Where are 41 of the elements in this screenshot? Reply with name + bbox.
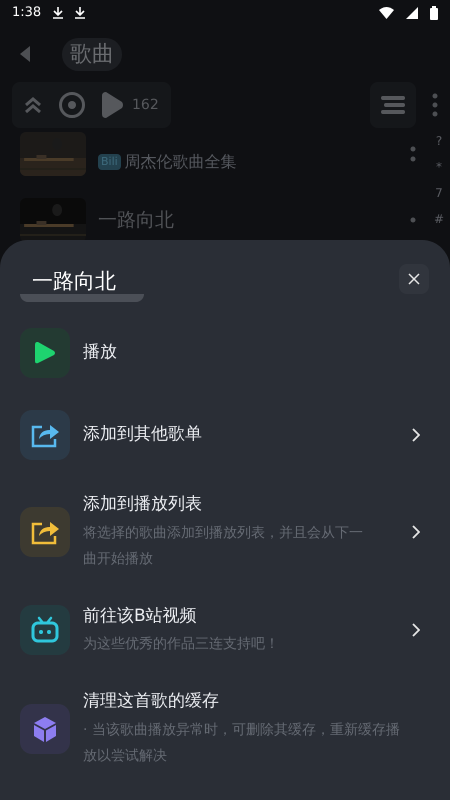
play-icon — [34, 340, 56, 366]
download-icon — [53, 7, 64, 19]
item-title: 添加到其他歌单 — [83, 423, 203, 446]
signal-icon — [406, 7, 418, 19]
chevron-right-icon — [412, 428, 420, 442]
more-icon[interactable] — [410, 146, 416, 162]
menu-icon — [381, 95, 405, 115]
sort-button[interactable] — [370, 82, 416, 128]
more-icon[interactable] — [410, 217, 416, 223]
chevron-right-icon — [412, 524, 420, 539]
back-icon[interactable] — [20, 46, 30, 62]
item-title: 清理这首歌的缓存 — [83, 690, 220, 713]
play-icon[interactable] — [102, 91, 124, 119]
item-title: 前往该B站视频 — [83, 604, 198, 628]
item-description: 为这些优秀的作品三连支持吧！ — [83, 635, 280, 654]
tv-icon — [30, 616, 60, 644]
menu-item[interactable]: 清理这首歌的缓存 · 当该歌曲播放异常时，可删除其缓存，重新缓存播放以尝试解决 — [20, 689, 430, 768]
battery-icon — [430, 6, 438, 20]
menu-item[interactable]: 添加到播放列表 将选择的歌曲添加到播放列表，并且会从下一曲开始播放 — [20, 492, 430, 572]
menu-item[interactable]: 添加到其他歌单 — [20, 410, 430, 460]
download-icon — [75, 7, 86, 19]
sheet-title: 一路向北 — [31, 268, 117, 294]
item-title: 添加到播放列表 — [83, 493, 203, 516]
double-chevron-icon[interactable] — [24, 96, 42, 114]
item-description: · 当该歌曲播放异常时，可删除其缓存，重新缓存播放以尝试解决 — [83, 720, 401, 766]
song-subtitle: 周杰伦歌曲全集 — [124, 151, 237, 173]
more-icon[interactable] — [432, 93, 438, 117]
record-icon[interactable] — [58, 91, 86, 119]
close-button[interactable] — [399, 264, 429, 294]
menu-item[interactable]: 播放 — [20, 328, 430, 378]
song-count: 162 — [132, 96, 159, 114]
menu-item[interactable]: 前往该B站视频 为这些优秀的作品三连支持吧！ — [20, 604, 430, 657]
cube-icon — [31, 714, 59, 743]
song-title: 一路向北 — [98, 208, 175, 233]
page-title: 歌曲 — [62, 38, 122, 70]
wifi-icon — [379, 7, 394, 19]
close-icon — [408, 273, 420, 285]
item-title: 播放 — [83, 341, 118, 364]
chevron-right-icon — [412, 623, 420, 638]
status-time: 1:38 — [12, 4, 42, 22]
item-description: 将选择的歌曲添加到播放列表，并且会从下一曲开始播放 — [83, 524, 364, 568]
